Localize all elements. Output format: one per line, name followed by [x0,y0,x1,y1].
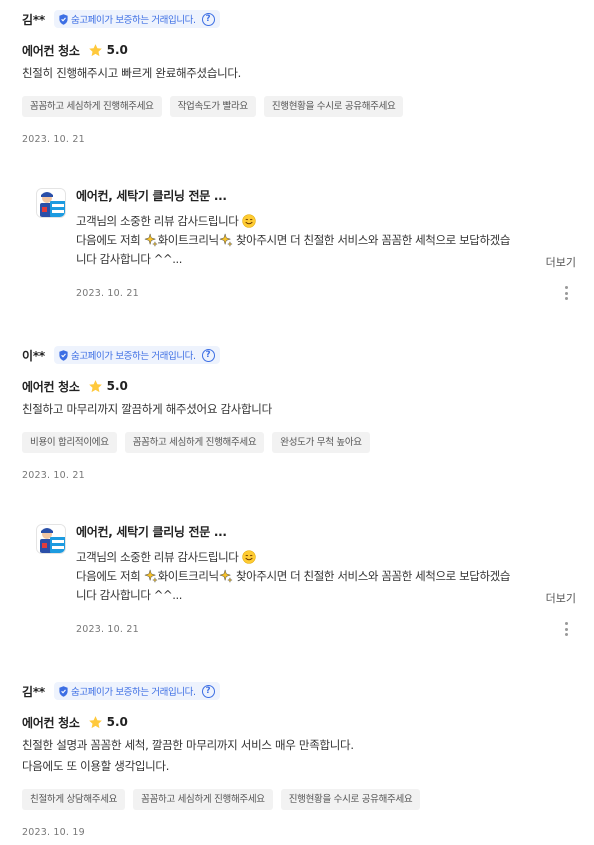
shield-icon [59,685,68,697]
review-date: 2023. 10. 19 [22,827,85,838]
reply-text: 고객님의 소중한 리뷰 감사드립니다 다음에도 저희 화이트크리닉 찾아주시면 … [76,548,576,605]
review-date: 2023. 10. 21 [22,470,85,481]
guarantee-badge: 숨고페이가 보증하는 거래입니다. ? [54,346,220,364]
review-tag: 비용이 합리적이에요 [22,432,117,453]
review-header: 이** 숨고페이가 보증하는 거래입니다. ? [22,345,582,365]
reply-content: 에어컨, 세탁기 클리닝 전문 ... 고객님의 소중한 리뷰 감사드립니다 다… [76,186,576,269]
tag-list: 비용이 합리적이에요 꼼꼼하고 세심하게 진행해주세요 완성도가 무척 높아요 [22,432,582,453]
tag-list: 꼼꼼하고 세심하게 진행해주세요 작업속도가 빨라요 진행현황을 수시로 공유해… [22,96,582,117]
more-button[interactable]: 더보기 [546,254,576,270]
reply-date: 2023. 10. 21 [76,624,139,635]
review-card: 김** 숨고페이가 보증하는 거래입니다. ? 에어컨 청소 5.0 친절한 설… [22,681,582,838]
more-button[interactable]: 더보기 [546,590,576,606]
star-icon [88,715,102,728]
reply-line-text: 다음에도 저희 [76,569,141,583]
review-text: 친절히 진행해주시고 빠르게 완료해주셨습니다. [22,63,582,84]
rating-value: 5.0 [106,715,128,729]
service-row: 에어컨 청소 5.0 [22,713,582,731]
service-name: 에어컨 청소 [22,379,80,394]
review-tag: 꼼꼼하고 세심하게 진행해주세요 [22,96,162,117]
author-name: 김** [22,684,45,699]
review-header: 김** 숨고페이가 보증하는 거래입니다. ? [22,9,582,29]
reply-line-text: 다음에도 저희 [76,233,141,247]
sparkle-icon [143,569,158,583]
reply-line: 고객님의 소중한 리뷰 감사드립니다 [76,548,576,567]
help-icon[interactable]: ? [201,348,215,362]
guarantee-badge: 숨고페이가 보증하는 거래입니다. ? [54,10,220,28]
business-name[interactable]: 에어컨, 세탁기 클리닝 전문 ... [76,522,576,542]
reply-line: 다음에도 저희 화이트크리닉 찾아주시면 더 친절한 서비스와 꼼꼼한 세척으로… [76,567,576,586]
sparkle-icon [143,233,158,247]
review-line: 친절히 진행해주시고 빠르게 완료해주셨습니다. [22,66,242,80]
business-reply: 에어컨, 세탁기 클리닝 전문 ... 고객님의 소중한 리뷰 감사드립니다 다… [36,522,582,642]
reply-line: 다음에도 저희 화이트크리닉 찾아주시면 더 친절한 서비스와 꼼꼼한 세척으로… [76,231,576,250]
review-text: 친절한 설명과 꼼꼼한 세척, 깔끔한 마무리까지 서비스 매우 만족합니다. … [22,735,582,777]
service-name: 에어컨 청소 [22,715,80,730]
star-icon [88,379,102,392]
business-avatar [36,524,66,554]
review-tag: 진행현황을 수시로 공유해주세요 [280,789,421,810]
help-icon[interactable]: ? [201,684,215,698]
guarantee-text: 숨고페이가 보증하는 거래입니다. [71,351,196,362]
reply-text: 고객님의 소중한 리뷰 감사드립니다 다음에도 저희 화이트크리닉 찾아주시면 … [76,212,576,269]
review-line: 친절하고 마무리까지 깔끔하게 해주셨어요 감사합니다 [22,402,272,416]
smile-emoji-icon [242,214,256,228]
service-row: 에어컨 청소 5.0 [22,377,582,395]
review-tag: 친절하게 상담해주세요 [22,789,126,810]
review-tag: 꼼꼼하고 세심하게 진행해주세요 [133,789,273,810]
author-name: 이** [22,348,45,363]
review-card: 김** 숨고페이가 보증하는 거래입니다. ? 에어컨 청소 5.0 친절히 진… [22,9,582,145]
reply-line-text: 찾아주시면 더 친절한 서비스와 꼼꼼한 세척으로 보답하겠습 [235,233,510,247]
review-line: 다음에도 또 이용할 생각입니다. [22,759,170,773]
kebab-menu-icon[interactable] [564,622,568,636]
kebab-menu-icon[interactable] [564,286,568,300]
reply-line-text: 화이트크리닉 [157,569,219,583]
help-icon[interactable]: ? [201,12,215,26]
review-date: 2023. 10. 21 [22,134,85,145]
review-tag: 완성도가 무척 높아요 [272,432,370,453]
reply-line-text: 찾아주시면 더 친절한 서비스와 꼼꼼한 세척으로 보답하겠습 [235,569,510,583]
shield-icon [59,349,68,361]
sparkle-icon [218,569,233,583]
reply-line: 고객님의 소중한 리뷰 감사드립니다 [76,212,576,231]
author-name: 김** [22,12,45,27]
tag-list: 친절하게 상담해주세요 꼼꼼하고 세심하게 진행해주세요 진행현황을 수시로 공… [22,789,582,810]
review-text: 친절하고 마무리까지 깔끔하게 해주셨어요 감사합니다 [22,399,582,420]
business-logo-icon [37,525,65,553]
business-logo-icon [37,189,65,217]
guarantee-text: 숨고페이가 보증하는 거래입니다. [71,15,196,26]
service-row: 에어컨 청소 5.0 [22,41,582,59]
guarantee-text: 숨고페이가 보증하는 거래입니다. [71,687,196,698]
reply-line-text: 고객님의 소중한 리뷰 감사드립니다 [76,214,239,228]
rating-value: 5.0 [106,379,128,393]
reply-line: 니다 감사합니다 ^^... [76,588,183,602]
reply-line: 니다 감사합니다 ^^... [76,252,183,266]
guarantee-badge: 숨고페이가 보증하는 거래입니다. ? [54,682,220,700]
business-reply: 에어컨, 세탁기 클리닝 전문 ... 고객님의 소중한 리뷰 감사드립니다 다… [36,186,582,306]
service-name: 에어컨 청소 [22,43,80,58]
review-card: 이** 숨고페이가 보증하는 거래입니다. ? 에어컨 청소 5.0 친절하고 … [22,345,582,481]
reply-line-text: 고객님의 소중한 리뷰 감사드립니다 [76,550,239,564]
review-line: 친절한 설명과 꼼꼼한 세척, 깔끔한 마무리까지 서비스 매우 만족합니다. [22,738,354,752]
reply-date: 2023. 10. 21 [76,288,139,299]
business-name[interactable]: 에어컨, 세탁기 클리닝 전문 ... [76,186,576,206]
smile-emoji-icon [242,550,256,564]
review-tag: 작업속도가 빨라요 [169,96,256,117]
business-avatar [36,188,66,218]
review-tag: 진행현황을 수시로 공유해주세요 [263,96,404,117]
shield-icon [59,13,68,25]
reply-content: 에어컨, 세탁기 클리닝 전문 ... 고객님의 소중한 리뷰 감사드립니다 다… [76,522,576,605]
rating-value: 5.0 [106,43,128,57]
star-icon [88,43,102,56]
review-header: 김** 숨고페이가 보증하는 거래입니다. ? [22,681,582,701]
reply-line-text: 화이트크리닉 [157,233,219,247]
review-tag: 꼼꼼하고 세심하게 진행해주세요 [124,432,265,453]
sparkle-icon [218,233,233,247]
